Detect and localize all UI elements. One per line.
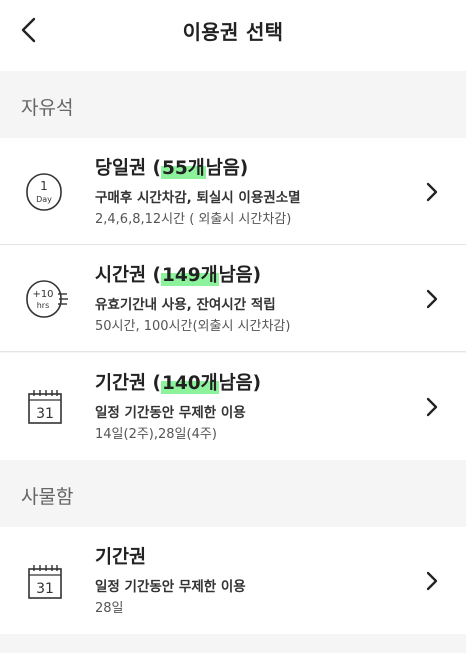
ticket-detail: 28일 — [95, 601, 124, 616]
chevron-right-icon — [426, 182, 438, 202]
remaining-count: 55개 — [160, 158, 206, 179]
remaining-count: 140개 — [160, 373, 219, 394]
ticket-title: 기간권 (140개남음) — [95, 373, 262, 394]
chevron-right-icon — [426, 289, 438, 309]
ticket-description: 구매후 시간차감, 퇴실시 이용권소멸 — [95, 190, 301, 206]
remaining-label: 남음 — [205, 158, 240, 179]
calendar-icon: 31 — [28, 390, 62, 424]
ticket-title: 당일권 (55개남음) — [95, 158, 249, 179]
remaining-label: 남음 — [218, 265, 253, 286]
day-icon-number: 1 — [40, 179, 48, 193]
ticket-description: 일정 기간동안 무제한 이용 — [95, 579, 246, 595]
locker-period-pass[interactable]: 31 기간권 일정 기간동안 무제한 이용 28일 — [0, 527, 466, 634]
ticket-detail: 50시간, 100시간(외출시 시간차감) — [95, 319, 291, 334]
ticket-name: 기간권 — [95, 547, 147, 568]
hours-icon-label: hrs — [37, 301, 50, 310]
ticket-detail: 2,4,6,8,12시간 ( 외출시 시간차감) — [95, 212, 292, 227]
plus-10-hours-icon: +10 hrs — [26, 280, 68, 318]
calendar-icon-number: 31 — [36, 406, 54, 422]
ticket-title: 시간권 (149개남음) — [95, 265, 262, 286]
ticket-name: 시간권 — [95, 265, 147, 286]
remaining-count: 149개 — [160, 265, 219, 286]
ticket-name: 당일권 — [95, 158, 147, 179]
day-icon: 1 Day — [26, 173, 62, 211]
hours-icon-number: +10 — [32, 289, 53, 300]
ticket-period-pass[interactable]: 31 기간권 (140개남음) 일정 기간동안 무제한 이용 14일(2주),2… — [0, 353, 466, 460]
ticket-name: 기간권 — [95, 373, 147, 394]
chevron-right-icon — [426, 397, 438, 417]
day-icon-label: Day — [36, 195, 52, 204]
calendar-icon: 31 — [28, 565, 62, 599]
ticket-description: 일정 기간동안 무제한 이용 — [95, 405, 246, 421]
ticket-detail: 14일(2주),28일(4주) — [95, 427, 217, 442]
ticket-day-pass[interactable]: 1 Day 당일권 (55개남음) 구매후 시간차감, 퇴실시 이용권소멸 2,… — [0, 138, 466, 245]
section-label: 자유석 — [21, 97, 74, 119]
section-header-locker: 사물함 — [0, 460, 466, 527]
section-header-free-seat: 자유석 — [0, 71, 466, 138]
calendar-icon-number: 31 — [36, 581, 54, 597]
section-label: 사물함 — [21, 486, 74, 508]
ticket-hour-pass[interactable]: +10 hrs 시간권 (149개남음) 유효기간내 사용, 잔여시간 적립 5… — [0, 245, 466, 352]
chevron-right-icon — [426, 571, 438, 591]
ticket-description: 유효기간내 사용, 잔여시간 적립 — [95, 297, 276, 313]
page-title: 이용권 선택 — [182, 20, 284, 44]
remaining-label: 남음 — [218, 373, 253, 394]
app-header: 이용권 선택 — [0, 0, 466, 71]
